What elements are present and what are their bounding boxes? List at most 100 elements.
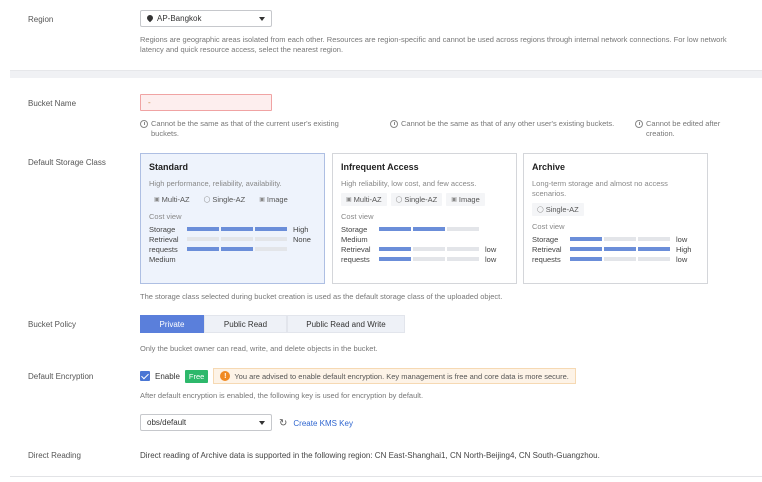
bar-seg: [255, 227, 287, 231]
bucket-name-label: Bucket Name: [28, 99, 77, 108]
bar-seg: [638, 237, 670, 241]
cost-name: Retrieval: [532, 244, 562, 254]
cost-bars: [379, 257, 479, 261]
create-kms-key-link[interactable]: Create KMS Key: [293, 419, 353, 428]
bottom-divider: [10, 476, 762, 477]
cost-bars: [187, 247, 287, 251]
single-az-icon: ◯: [203, 197, 211, 203]
cost-name: Storage: [149, 224, 176, 234]
cost-level: High: [676, 244, 692, 254]
cost-bars: [379, 247, 479, 251]
enable-label: Enable: [155, 371, 180, 381]
encryption-hint: After default encryption is enabled, the…: [140, 391, 424, 400]
encryption-row: Enable Free ! You are advised to enable …: [140, 368, 576, 384]
bar-seg: [187, 227, 219, 231]
location-pin-icon: [147, 15, 153, 22]
storage-card-standard[interactable]: Standard High performance, reliability, …: [140, 153, 325, 284]
free-badge: Free: [184, 369, 209, 383]
cost-level: High: [293, 224, 309, 234]
az-label: Multi-AZ: [161, 195, 190, 204]
cost-bars: [379, 227, 479, 231]
cost-view-label: Cost view: [149, 212, 182, 221]
kms-key-select[interactable]: obs/default: [140, 414, 272, 431]
bucket-policy-segmented: Private Public Read Public Read and Writ…: [140, 315, 405, 333]
bar-seg: [221, 227, 253, 231]
cost-level: low: [676, 234, 688, 244]
cost-row-retrieval: Retrieval low: [341, 244, 508, 254]
rule-text: Cannot be the same as that of the curren…: [151, 119, 339, 138]
warning-text: You are advised to enable default encryp…: [234, 371, 569, 381]
cost-row-storage: Storage low: [532, 234, 699, 244]
clock-icon: [140, 120, 148, 128]
az-label: Multi-AZ: [353, 195, 382, 204]
az-option-single[interactable]: ◯ Single-AZ: [199, 193, 251, 206]
bar-seg: [447, 227, 479, 231]
bar-seg: [447, 257, 479, 261]
az-option-single[interactable]: ◯ Single-AZ: [390, 193, 443, 206]
bar-seg: [413, 257, 445, 261]
bar-seg: [638, 257, 670, 261]
cost-bars: [187, 227, 287, 231]
direct-reading-label: Direct Reading: [28, 451, 81, 460]
az-option-multi[interactable]: ▣ Multi-AZ: [149, 193, 195, 206]
bucket-name-input[interactable]: -: [140, 94, 272, 111]
az-option-multi[interactable]: ▣ Multi-AZ: [341, 193, 387, 206]
bar-seg: [255, 237, 287, 241]
kms-key-value: obs/default: [147, 418, 187, 427]
image-icon: ▣: [451, 197, 457, 203]
section-divider: [10, 70, 762, 78]
single-az-icon: ◯: [537, 207, 544, 213]
bar-seg: [221, 237, 253, 241]
cost-view-label: Cost view: [341, 212, 374, 221]
card-desc: High performance, reliability, availabil…: [149, 179, 282, 188]
bar-seg: [604, 247, 636, 251]
chevron-down-icon: [259, 421, 265, 425]
cost-name: requests: [149, 244, 178, 254]
storage-card-infrequent[interactable]: Infrequent Access High reliability, low …: [332, 153, 517, 284]
cost-name: Medium: [149, 254, 176, 264]
region-select[interactable]: AP-Bangkok: [140, 10, 272, 27]
cost-name: requests: [532, 254, 561, 264]
bar-seg: [187, 247, 219, 251]
cost-bars: [187, 237, 287, 241]
card-title: Infrequent Access: [341, 162, 419, 172]
policy-private-button[interactable]: Private: [140, 315, 204, 333]
bucket-name-rule-1: Cannot be the same as that of the curren…: [140, 119, 365, 139]
single-az-icon: ◯: [395, 197, 403, 203]
enable-encryption-checkbox[interactable]: [140, 371, 150, 381]
cost-name: Medium: [341, 234, 368, 244]
image-icon: ▣: [259, 197, 265, 203]
cost-view-label: Cost view: [532, 222, 565, 231]
cost-level: low: [676, 254, 688, 264]
policy-public-read-button[interactable]: Public Read: [204, 315, 287, 333]
az-label: Image: [266, 195, 288, 204]
storage-class-hint: The storage class selected during bucket…: [140, 292, 503, 301]
card-title: Archive: [532, 162, 566, 172]
cost-row-medium: Medium: [149, 254, 316, 264]
bar-seg: [379, 247, 411, 251]
cost-name: Retrieval: [149, 234, 179, 244]
clock-icon: [390, 120, 398, 128]
bucket-name-rule-2: Cannot be the same as that of any other …: [390, 119, 615, 129]
cost-level: None: [293, 234, 311, 244]
cost-row-requests: requests low: [532, 254, 699, 264]
cost-row-storage: Storage High: [149, 224, 316, 234]
az-label: Image: [458, 195, 480, 204]
clock-icon: [635, 120, 643, 128]
encryption-warning: ! You are advised to enable default encr…: [213, 368, 576, 384]
bar-seg: [604, 237, 636, 241]
kms-actions: ↻ Create KMS Key: [279, 416, 353, 430]
cost-bars: [570, 237, 670, 241]
policy-public-read-write-button[interactable]: Public Read and Write: [287, 315, 405, 333]
storage-card-archive[interactable]: Archive Long-term storage and almost no …: [523, 153, 708, 284]
cost-row-retrieval: Retrieval None: [149, 234, 316, 244]
bar-seg: [570, 237, 602, 241]
cost-name: Retrieval: [341, 244, 371, 254]
az-option-image[interactable]: ▣ Image: [254, 193, 293, 206]
az-option-image[interactable]: ▣ Image: [446, 193, 485, 206]
az-option-single[interactable]: ◯ Single-AZ: [532, 203, 584, 216]
refresh-icon[interactable]: ↻: [279, 418, 287, 429]
bar-seg: [413, 247, 445, 251]
bar-seg: [570, 257, 602, 261]
multi-az-icon: ▣: [154, 197, 160, 203]
